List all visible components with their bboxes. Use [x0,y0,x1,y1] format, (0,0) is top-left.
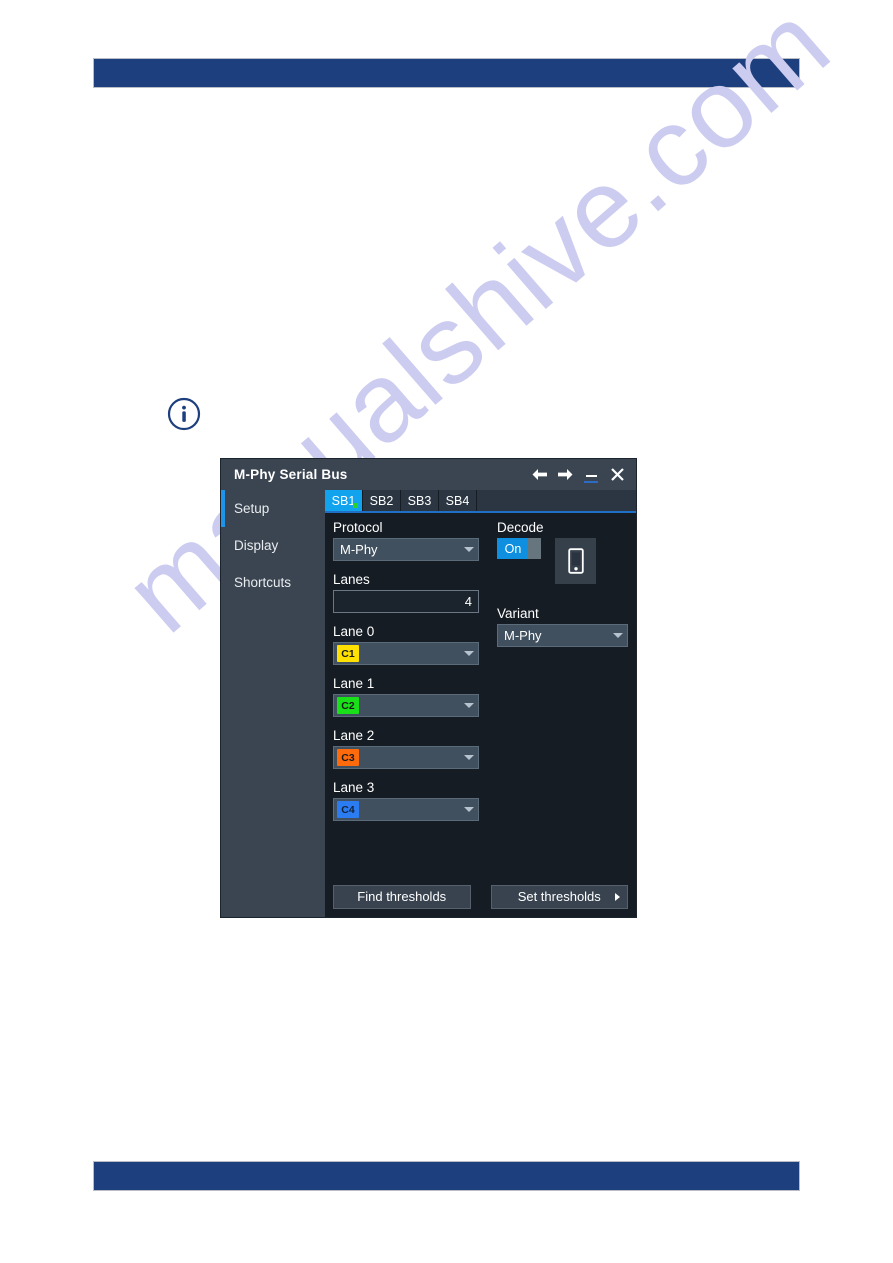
find-thresholds-label: Find thresholds [357,889,447,904]
tab-sb4[interactable]: SB4 [439,490,477,511]
sidebar-item-shortcuts[interactable]: Shortcuts [221,564,325,601]
tab-label: SB4 [445,493,470,508]
variant-label: Variant [497,606,539,621]
dialog-content: SB1 SB2 SB3 SB4 Protocol M-Phy Lanes 4 L… [325,490,636,917]
set-thresholds-label: Set thresholds [517,889,601,904]
protocol-dropdown[interactable]: M-Phy [333,538,479,561]
lane1-source-dropdown[interactable]: C2 [333,694,479,717]
chevron-down-icon [464,755,474,760]
mobile-device-button[interactable] [555,538,596,584]
tab-label: SB2 [369,493,394,508]
form-column-right: Decode On Variant M-Phy [479,519,628,883]
page-header-bar [93,58,800,88]
lane3-label: Lane 3 [333,780,375,795]
toggle-knob [527,538,541,559]
channel-badge-c2: C2 [337,697,359,714]
decode-toggle[interactable]: On [497,538,541,559]
protocol-label: Protocol [333,520,383,535]
find-thresholds-button[interactable]: Find thresholds [333,884,471,909]
sidebar-item-label: Shortcuts [234,575,292,590]
serial-bus-dialog: M-Phy Serial Bus Setup Display Shortcuts… [221,459,636,917]
arrow-left-icon[interactable] [526,462,552,488]
mobile-device-icon [567,548,584,574]
tab-sb3[interactable]: SB3 [401,490,439,511]
tab-sb1[interactable]: SB1 [325,490,363,511]
chevron-down-icon [613,633,623,638]
lane1-label: Lane 1 [333,676,375,691]
arrow-right-icon[interactable] [552,462,578,488]
tab-label: SB1 [331,493,356,508]
lanes-input[interactable]: 4 [333,590,479,613]
lane0-label: Lane 0 [333,624,375,639]
chevron-down-icon [464,703,474,708]
lanes-value: 4 [464,594,472,609]
tab-label: SB3 [407,493,432,508]
chevron-down-icon [464,651,474,656]
tab-sb2[interactable]: SB2 [363,490,401,511]
setup-form: Protocol M-Phy Lanes 4 Lane 0 C1 Lane 1 [325,513,636,883]
dialog-body: Setup Display Shortcuts SB1 SB2 SB3 SB4 … [221,490,636,917]
close-icon[interactable] [604,462,630,488]
lane0-source-dropdown[interactable]: C1 [333,642,479,665]
dialog-title: M-Phy Serial Bus [234,467,348,482]
decode-label: Decode [497,520,544,535]
minimize-icon[interactable] [578,462,604,488]
decode-row: On [497,538,628,584]
green-dot-icon [353,503,358,508]
protocol-value: M-Phy [340,542,378,557]
submenu-arrow-icon [615,892,620,901]
channel-badge-c4: C4 [337,801,359,818]
page-footer-bar [93,1161,800,1191]
chevron-down-icon [464,807,474,812]
dialog-title-bar: M-Phy Serial Bus [221,459,636,490]
lanes-label: Lanes [333,572,370,587]
dialog-sidebar: Setup Display Shortcuts [221,490,325,917]
variant-dropdown[interactable]: M-Phy [497,624,628,647]
lane2-label: Lane 2 [333,728,375,743]
info-circle-icon [167,397,201,431]
tab-strip-filler [477,490,636,511]
sidebar-item-label: Setup [234,501,270,516]
form-column-left: Protocol M-Phy Lanes 4 Lane 0 C1 Lane 1 [333,519,479,883]
threshold-button-row: Find thresholds Set thresholds [325,883,636,917]
bus-tab-strip: SB1 SB2 SB3 SB4 [325,490,636,513]
sidebar-item-display[interactable]: Display [221,527,325,564]
decode-toggle-label: On [504,541,522,556]
sidebar-item-setup[interactable]: Setup [221,490,325,527]
channel-badge-c1: C1 [337,645,359,662]
lane2-source-dropdown[interactable]: C3 [333,746,479,769]
lane3-source-dropdown[interactable]: C4 [333,798,479,821]
chevron-down-icon [464,547,474,552]
channel-badge-c3: C3 [337,749,359,766]
sidebar-item-label: Display [234,538,279,553]
variant-value: M-Phy [504,628,542,643]
set-thresholds-button[interactable]: Set thresholds [490,884,628,909]
